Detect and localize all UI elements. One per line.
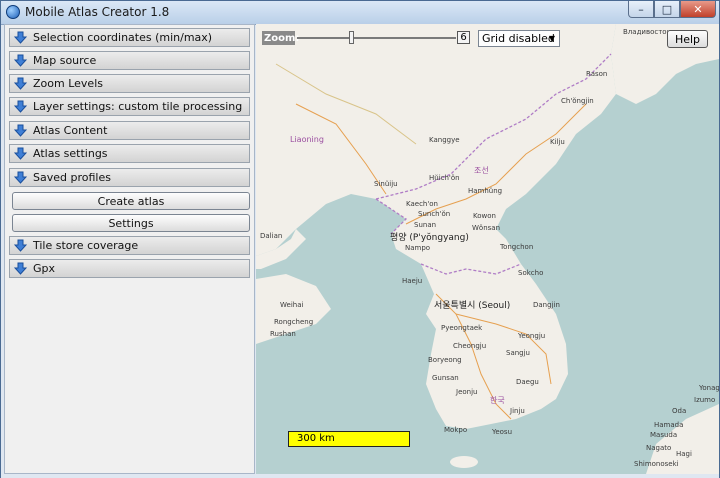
map-label: Rason xyxy=(586,70,608,78)
zoom-slider-thumb[interactable] xyxy=(349,31,354,44)
map-label: Hagi xyxy=(676,450,692,458)
zoom-slider-track[interactable] xyxy=(297,37,456,39)
section-layer-settings[interactable]: Layer settings: custom tile processing xyxy=(9,97,250,116)
map-label: Mokpo xyxy=(444,426,468,434)
section-gpx[interactable]: Gpx xyxy=(9,259,250,278)
section-label: Zoom Levels xyxy=(33,77,103,90)
map-label: Sinŭiju xyxy=(374,180,398,188)
map-label: Kowon xyxy=(473,212,496,220)
section-label: Tile store coverage xyxy=(33,239,139,252)
zoom-label: Zoom: xyxy=(262,31,300,45)
section-label: Atlas Content xyxy=(33,124,108,137)
map-label: Kilju xyxy=(550,138,565,146)
create-atlas-button[interactable]: Create atlas xyxy=(12,192,250,210)
expand-arrow-icon xyxy=(14,124,27,137)
window-title: Mobile Atlas Creator 1.8 xyxy=(25,5,170,19)
map-label: 한국 xyxy=(490,396,505,405)
map-label: Yeongju xyxy=(518,332,546,340)
map-label: Sunch'ŏn xyxy=(418,210,451,218)
section-saved-profiles[interactable]: Saved profiles xyxy=(9,168,250,187)
expand-arrow-icon xyxy=(14,171,27,184)
map-label: Hamada xyxy=(654,421,684,429)
map-label: Masuda xyxy=(650,431,678,439)
map-label: Oda xyxy=(672,407,687,415)
map-label: Kaech'on xyxy=(406,200,438,208)
map-label: Yonago xyxy=(699,384,719,392)
map-label: Cheongju xyxy=(453,342,487,350)
map-label: Ch'ŏngjin xyxy=(561,97,594,105)
section-map-source[interactable]: Map source xyxy=(9,51,250,70)
section-zoom-levels[interactable]: Zoom Levels xyxy=(9,74,250,93)
map-label: Rongcheng xyxy=(274,318,314,326)
map-label: Sangju xyxy=(506,349,530,357)
globe-icon xyxy=(6,5,20,19)
expand-arrow-icon xyxy=(14,77,27,90)
map-label: Izumo xyxy=(694,396,716,404)
expand-arrow-icon xyxy=(14,54,27,67)
map-label: Weihai xyxy=(280,301,304,309)
close-button[interactable]: ✕ xyxy=(680,1,716,18)
grid-select-value: Grid disabled xyxy=(482,32,555,45)
map-label: Tongchon xyxy=(500,243,534,251)
maximize-button[interactable]: □ xyxy=(654,1,680,18)
expand-arrow-icon xyxy=(14,100,27,113)
scale-bar: 300 km xyxy=(288,431,410,447)
map-label: Shimonoseki xyxy=(634,460,679,468)
map-label: Jinju xyxy=(510,407,525,415)
help-button[interactable]: Help xyxy=(667,30,708,48)
map-label: Nampo xyxy=(405,244,431,252)
section-label: Selection coordinates (min/max) xyxy=(33,31,213,44)
expand-arrow-icon xyxy=(14,31,27,44)
chevron-down-icon: ▼ xyxy=(548,34,555,43)
map-label: Liaoning xyxy=(290,135,324,144)
map-label: Sunan xyxy=(414,221,437,229)
app-window: Mobile Atlas Creator 1.8 – □ ✕ Selection… xyxy=(0,0,720,478)
map-label: Hŭich'ŏn xyxy=(429,174,460,182)
section-atlas-content[interactable]: Atlas Content xyxy=(9,121,250,140)
expand-arrow-icon xyxy=(14,147,27,160)
map-label: Haeju xyxy=(402,277,423,285)
map-label: Jeonju xyxy=(456,388,478,396)
status-bar xyxy=(1,474,719,478)
map-label: Wŏnsan xyxy=(472,224,501,232)
map-label: Gunsan xyxy=(432,374,459,382)
expand-arrow-icon xyxy=(14,239,27,252)
title-bar[interactable]: Mobile Atlas Creator 1.8 – □ ✕ xyxy=(1,1,719,25)
map-label: Rushan xyxy=(270,330,296,338)
map-label: 조선 xyxy=(474,166,489,175)
section-atlas-settings[interactable]: Atlas settings xyxy=(9,144,250,163)
map-tiles xyxy=(256,24,719,474)
section-tile-store-coverage[interactable]: Tile store coverage xyxy=(9,236,250,255)
map-label: Yeosu xyxy=(492,428,513,436)
section-label: Atlas settings xyxy=(33,147,108,160)
map-label: 평양 (P'yŏngyang) xyxy=(390,233,469,243)
map-label: Nagato xyxy=(646,444,672,452)
map-label: Kanggye xyxy=(429,136,460,144)
section-label: Layer settings: custom tile processing xyxy=(33,100,243,113)
section-label: Gpx xyxy=(33,262,56,275)
map-label: Hamhŭng xyxy=(468,187,503,195)
minimize-button[interactable]: – xyxy=(628,1,654,18)
section-label: Map source xyxy=(33,54,97,67)
zoom-value: 6 xyxy=(457,31,470,44)
expand-arrow-icon xyxy=(14,262,27,275)
map-view[interactable]: Владивосток Rason Ch'ŏngjin Kilju Hamhŭn… xyxy=(256,24,719,474)
map-label: Dalian xyxy=(260,232,283,240)
map-label: 서울특별시 (Seoul) xyxy=(434,301,511,311)
map-label: Pyeongtaek xyxy=(441,324,483,332)
map-label: Dangjin xyxy=(533,301,560,309)
section-selection-coordinates[interactable]: Selection coordinates (min/max) xyxy=(9,28,250,47)
map-label: Boryeong xyxy=(428,356,462,364)
settings-button[interactable]: Settings xyxy=(12,214,250,232)
map-label: Sokcho xyxy=(518,269,544,277)
grid-select[interactable]: Grid disabled ▼ xyxy=(478,30,560,47)
map-label: Владивосток xyxy=(623,28,671,36)
section-label: Saved profiles xyxy=(33,171,111,184)
map-label: Daegu xyxy=(516,378,539,386)
